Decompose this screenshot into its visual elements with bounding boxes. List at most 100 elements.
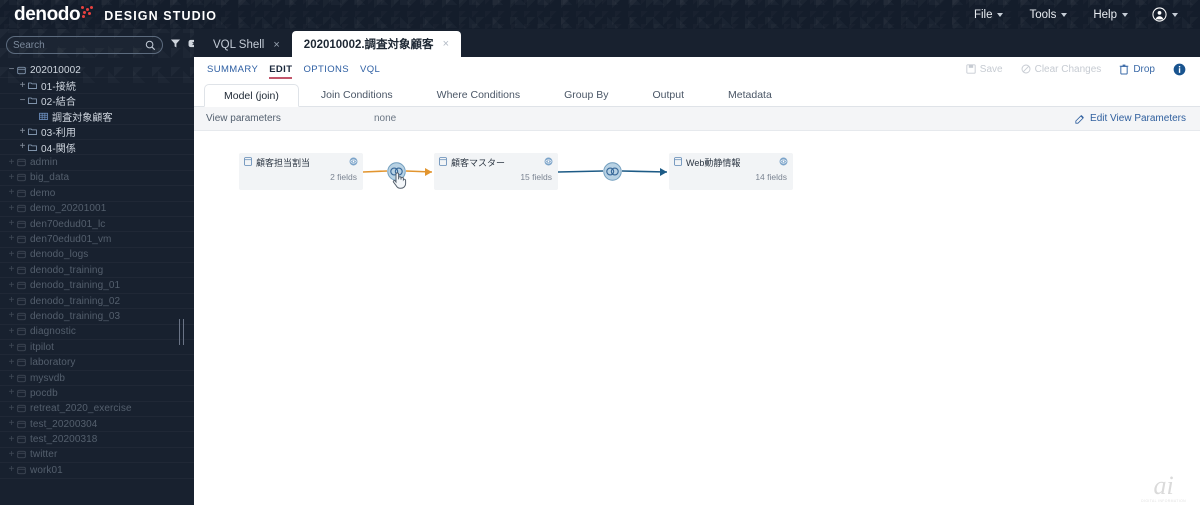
join-operator-0[interactable] bbox=[387, 162, 406, 181]
expand-icon[interactable]: + bbox=[6, 249, 17, 260]
sidebar-scrollbar[interactable] bbox=[179, 319, 184, 345]
tree-item-denodo_training_02[interactable]: + denodo_training_02 bbox=[0, 294, 194, 309]
database-icon bbox=[17, 420, 26, 428]
expand-icon[interactable]: + bbox=[6, 403, 17, 414]
eye-icon[interactable] bbox=[779, 157, 788, 166]
search-input[interactable] bbox=[13, 39, 145, 51]
expand-icon[interactable]: + bbox=[6, 357, 17, 368]
expand-icon[interactable]: + bbox=[6, 172, 17, 183]
tree-item-202010002[interactable]: − 202010002 bbox=[0, 63, 194, 78]
expand-icon[interactable]: + bbox=[6, 280, 17, 291]
filter-icon[interactable] bbox=[170, 36, 181, 54]
editor-tab-metadata[interactable]: Metadata bbox=[706, 84, 794, 106]
collapse-icon[interactable]: − bbox=[6, 65, 17, 75]
expand-icon[interactable]: + bbox=[6, 219, 17, 229]
tree-item-twitter[interactable]: + twitter bbox=[0, 448, 194, 463]
info-button[interactable] bbox=[1173, 63, 1186, 76]
brand-logo: denodo DESIGN STUDIO bbox=[14, 4, 217, 26]
tree-item-03-利用[interactable]: +03-利用 bbox=[0, 125, 194, 140]
node-preview-button[interactable] bbox=[544, 153, 553, 171]
subnav-edit[interactable]: EDIT bbox=[269, 64, 293, 79]
search-icon[interactable] bbox=[145, 40, 156, 51]
subnav-summary[interactable]: SUMMARY bbox=[207, 64, 258, 75]
subnav-options[interactable]: OPTIONS bbox=[303, 64, 349, 75]
editor-tab-where-conditions[interactable]: Where Conditions bbox=[415, 84, 542, 106]
subnav-vql[interactable]: VQL bbox=[360, 64, 380, 75]
workspace-tabstrip[interactable]: VQL Shell × 202010002.調査対象顧客 × bbox=[194, 29, 1200, 57]
expand-icon[interactable]: + bbox=[6, 326, 17, 337]
account-menu[interactable] bbox=[1141, 7, 1200, 22]
tree-item-mysvdb[interactable]: + mysvdb bbox=[0, 371, 194, 386]
tree-item-denodo_logs[interactable]: + denodo_logs bbox=[0, 248, 194, 263]
workspace-tab-0[interactable]: VQL Shell × bbox=[201, 33, 292, 57]
eye-icon[interactable] bbox=[544, 157, 553, 166]
expand-icon[interactable]: + bbox=[17, 142, 28, 152]
node-preview-button[interactable] bbox=[779, 153, 788, 171]
database-tree[interactable]: − 202010002 +01-接続 −02-結合 調査対象顧客 +03-利用 +04-関係… bbox=[0, 61, 194, 479]
editor-tab-model-join[interactable]: Model (join) bbox=[204, 84, 299, 107]
expand-icon[interactable]: + bbox=[6, 311, 17, 321]
tree-item-04-関係[interactable]: +04-関係 bbox=[0, 140, 194, 155]
editor-tab-join-conditions[interactable]: Join Conditions bbox=[299, 84, 415, 106]
tree-item-demo_20201001[interactable]: + demo_20201001 bbox=[0, 202, 194, 217]
tree-item-work01[interactable]: + work01 bbox=[0, 463, 194, 478]
tree-item-diagnostic[interactable]: + diagnostic bbox=[0, 325, 194, 340]
menu-file[interactable]: File bbox=[961, 9, 1017, 21]
workspace-tab-1[interactable]: 202010002.調査対象顧客 × bbox=[291, 31, 461, 57]
expand-icon[interactable]: + bbox=[6, 188, 17, 198]
tree-item-demo[interactable]: + demo bbox=[0, 186, 194, 201]
node-preview-button[interactable] bbox=[349, 153, 358, 171]
close-icon[interactable]: × bbox=[443, 38, 449, 50]
expand-icon[interactable]: + bbox=[6, 342, 17, 352]
join-operator-1[interactable] bbox=[603, 162, 622, 181]
expand-icon[interactable]: + bbox=[6, 449, 17, 460]
workspace-tab-label: 202010002.調査対象顧客 bbox=[303, 39, 434, 51]
expand-icon[interactable]: + bbox=[6, 265, 17, 275]
tree-item-test_20200304[interactable]: + test_20200304 bbox=[0, 417, 194, 432]
tree-item-denodo_training_03[interactable]: + denodo_training_03 bbox=[0, 309, 194, 324]
tree-item-icon bbox=[17, 235, 26, 244]
editor-tab-group-by[interactable]: Group By bbox=[542, 84, 630, 106]
join-model-canvas[interactable]: ai DIGITAL INFORMATION 顧客担当割当 2 fields 顧客マ… bbox=[194, 131, 1200, 505]
tree-item-denodo_training_01[interactable]: + denodo_training_01 bbox=[0, 278, 194, 293]
expand-icon[interactable]: + bbox=[6, 373, 17, 383]
tree-item-itpilot[interactable]: + itpilot bbox=[0, 340, 194, 355]
expand-icon[interactable]: + bbox=[6, 434, 17, 445]
editor-tabs[interactable]: Model (join) Join Conditions Where Conditi… bbox=[194, 82, 1200, 107]
tree-item-den70edud01_vm[interactable]: + den70edud01_vm bbox=[0, 232, 194, 247]
tree-item-big_data[interactable]: + big_data bbox=[0, 171, 194, 186]
expand-icon[interactable]: + bbox=[6, 157, 17, 168]
tree-item-test_20200318[interactable]: + test_20200318 bbox=[0, 432, 194, 447]
editor-tab-output[interactable]: Output bbox=[630, 84, 706, 106]
expand-icon[interactable]: + bbox=[6, 234, 17, 244]
menu-help[interactable]: Help bbox=[1080, 9, 1141, 21]
menu-tools[interactable]: Tools bbox=[1016, 9, 1080, 21]
tree-item-den70edud01_lc[interactable]: + den70edud01_lc bbox=[0, 217, 194, 232]
close-icon[interactable]: × bbox=[273, 39, 279, 51]
tree-item-pocdb[interactable]: + pocdb bbox=[0, 386, 194, 401]
expand-icon[interactable]: + bbox=[6, 296, 17, 306]
expand-icon[interactable]: + bbox=[6, 465, 17, 475]
join-node-2[interactable]: Web動静情報 14 fields bbox=[669, 153, 793, 190]
join-node-0[interactable]: 顧客担当割当 2 fields bbox=[239, 153, 363, 190]
expand-icon[interactable]: + bbox=[6, 419, 17, 429]
expand-icon[interactable]: + bbox=[17, 126, 28, 137]
tree-item-label: 202010002 bbox=[30, 64, 81, 76]
tree-item-label: laboratory bbox=[30, 357, 76, 369]
drop-button[interactable]: Drop bbox=[1119, 64, 1155, 75]
tree-item-denodo_training[interactable]: + denodo_training bbox=[0, 263, 194, 278]
tree-item-laboratory[interactable]: + laboratory bbox=[0, 355, 194, 370]
join-node-1[interactable]: 顧客マスター 15 fields bbox=[434, 153, 558, 190]
tree-item-調査対象顧客[interactable]: 調査対象顧客 bbox=[0, 109, 194, 124]
edit-view-parameters-button[interactable]: Edit View Parameters bbox=[1075, 113, 1200, 124]
expand-icon[interactable]: + bbox=[17, 80, 28, 91]
expand-icon[interactable]: + bbox=[6, 203, 17, 214]
search-box[interactable] bbox=[6, 36, 163, 54]
tree-item-02-結合[interactable]: − 02-結合 bbox=[0, 94, 194, 109]
eye-icon[interactable] bbox=[349, 157, 358, 166]
collapse-icon[interactable]: − bbox=[17, 95, 28, 106]
tree-item-01-接続[interactable]: +01-接続 bbox=[0, 78, 194, 93]
tree-item-retreat_2020_exercise[interactable]: + retreat_2020_exercise bbox=[0, 402, 194, 417]
tree-item-admin[interactable]: + admin bbox=[0, 155, 194, 170]
expand-icon[interactable]: + bbox=[6, 388, 17, 398]
